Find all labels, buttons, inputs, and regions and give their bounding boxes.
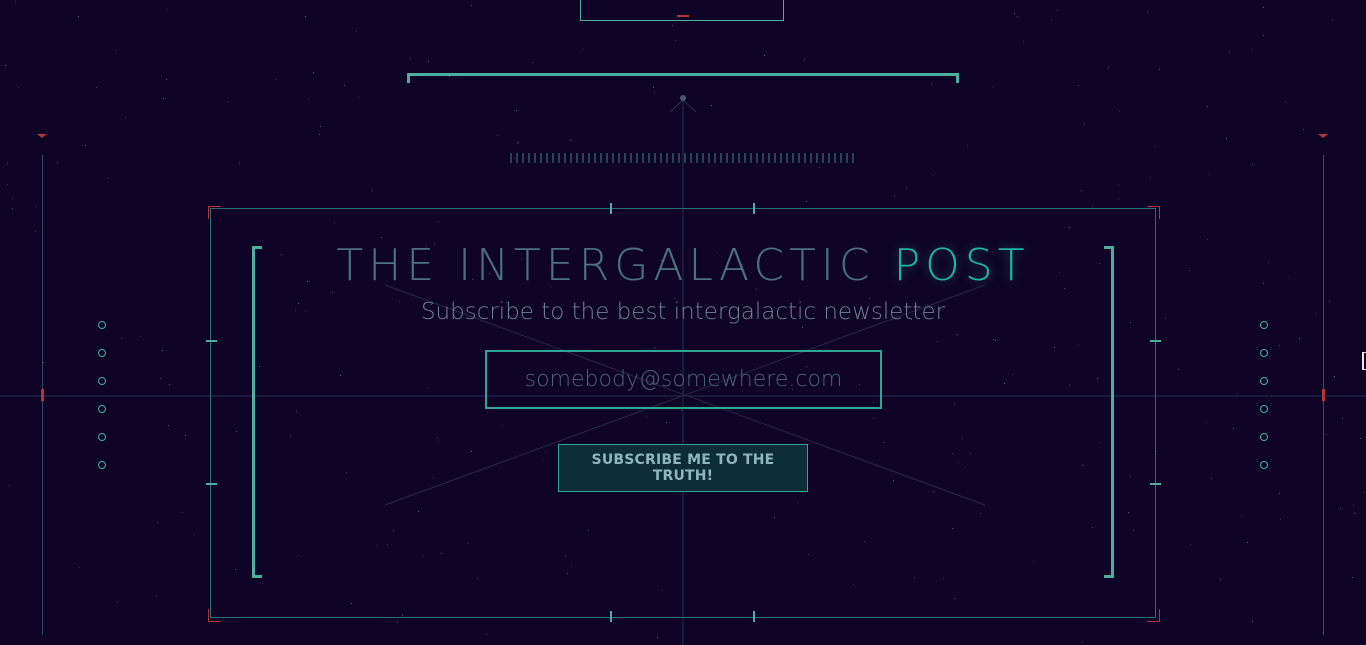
indicator-dot (98, 405, 106, 413)
frame-tick-right-2 (1150, 483, 1161, 485)
right-red-marker-mid (1322, 389, 1325, 401)
frame-corner-top-left (208, 206, 221, 219)
frame-tick-left-1 (206, 340, 217, 342)
frame-corner-bottom-right (1147, 609, 1160, 622)
indicator-dot (1260, 349, 1268, 357)
title-accent: POST (893, 240, 1030, 291)
indicator-dot (1260, 461, 1268, 469)
scale-ticks (510, 153, 854, 163)
indicator-dot (98, 377, 106, 385)
frame-tick-right-1 (1150, 340, 1161, 342)
frame-tick-left-2 (206, 483, 217, 485)
frame-tick-bottom-1 (610, 611, 612, 622)
subscribe-button[interactable]: SUBSCRIBE ME TO THE TRUTH! (558, 444, 808, 492)
top-notch (580, 0, 784, 21)
indicator-dot (1260, 433, 1268, 441)
reticle-dot (680, 95, 686, 101)
page-title: THE INTERGALACTIC POST (0, 240, 1366, 292)
frame-corner-bottom-left (208, 609, 221, 622)
indicator-dot (98, 433, 106, 441)
indicator-dot (1260, 405, 1268, 413)
top-bracket-bar (407, 73, 959, 83)
indicator-dot (98, 461, 106, 469)
reticle-left (669, 99, 684, 113)
frame-tick-bottom-2 (753, 611, 755, 622)
left-red-marker-mid (41, 389, 44, 401)
reticle-right (682, 99, 697, 113)
frame-corner-top-right (1147, 206, 1160, 219)
indicator-dot (1260, 377, 1268, 385)
title-main: THE INTERGALACTIC (336, 240, 894, 291)
notch-shape (677, 15, 689, 17)
text-cursor (1362, 352, 1366, 370)
indicator-dot (98, 349, 106, 357)
frame-tick-top-1 (610, 203, 612, 214)
frame-tick-top-2 (753, 203, 755, 214)
page-subtitle: Subscribe to the best intergalactic news… (420, 299, 946, 325)
email-input[interactable] (485, 350, 882, 409)
